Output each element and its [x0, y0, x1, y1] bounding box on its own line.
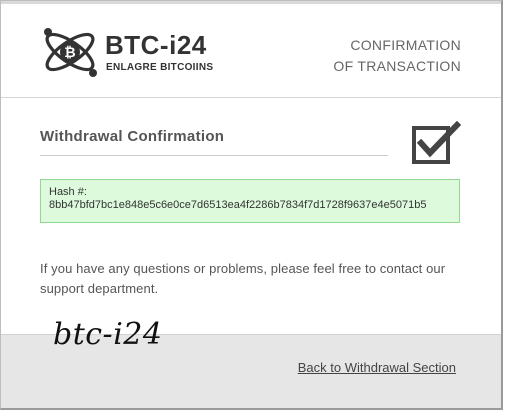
svg-text:₿: ₿	[64, 44, 75, 60]
brand-name: BTC-i24	[105, 30, 207, 60]
header-caption-line1: CONFIRMATION	[350, 37, 461, 53]
checkbox-checked-icon	[412, 121, 461, 164]
hash-box: Hash #: 8bb47bfd7bc1e848e5c6e0ce7d6513ea…	[40, 179, 460, 223]
back-to-withdrawal-link[interactable]: Back to Withdrawal Section	[298, 360, 456, 375]
header-caption-line2: OF TRANSACTION	[333, 58, 461, 74]
header-caption: CONFIRMATION OF TRANSACTION	[333, 35, 461, 77]
header: ₿ BTC-i24 ENLAGRE BITCOIINS CONFIRMATION…	[1, 4, 501, 97]
help-text: If you have any questions or problems, p…	[40, 261, 446, 296]
hash-label: Hash #:	[49, 186, 87, 198]
hash-value: 8bb47bfd7bc1e848e5c6e0ce7d6513ea4f2286b7…	[49, 199, 427, 211]
brand-tagline: ENLAGRE BITCOIINS	[106, 62, 214, 73]
email-frame: ₿ BTC-i24 ENLAGRE BITCOIINS CONFIRMATION…	[0, 0, 503, 410]
page-title: Withdrawal Confirmation	[40, 128, 225, 145]
signature: btc-i24	[53, 317, 163, 352]
title-divider	[40, 155, 388, 156]
header-divider	[1, 97, 501, 98]
atom-logo-icon: ₿	[44, 28, 97, 77]
